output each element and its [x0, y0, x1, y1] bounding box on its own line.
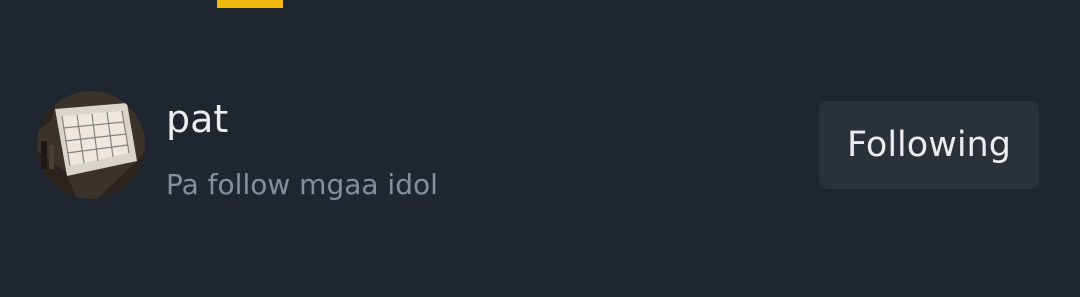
username[interactable]: pat	[166, 96, 228, 142]
avatar-image-icon	[37, 91, 145, 199]
user-bio: Pa follow mgaa idol	[166, 168, 438, 201]
user-list-item[interactable]: pat Pa follow mgaa idol Following	[0, 88, 1080, 208]
following-button[interactable]: Following	[819, 101, 1039, 189]
avatar[interactable]	[37, 91, 145, 199]
active-tab-indicator	[217, 0, 283, 8]
